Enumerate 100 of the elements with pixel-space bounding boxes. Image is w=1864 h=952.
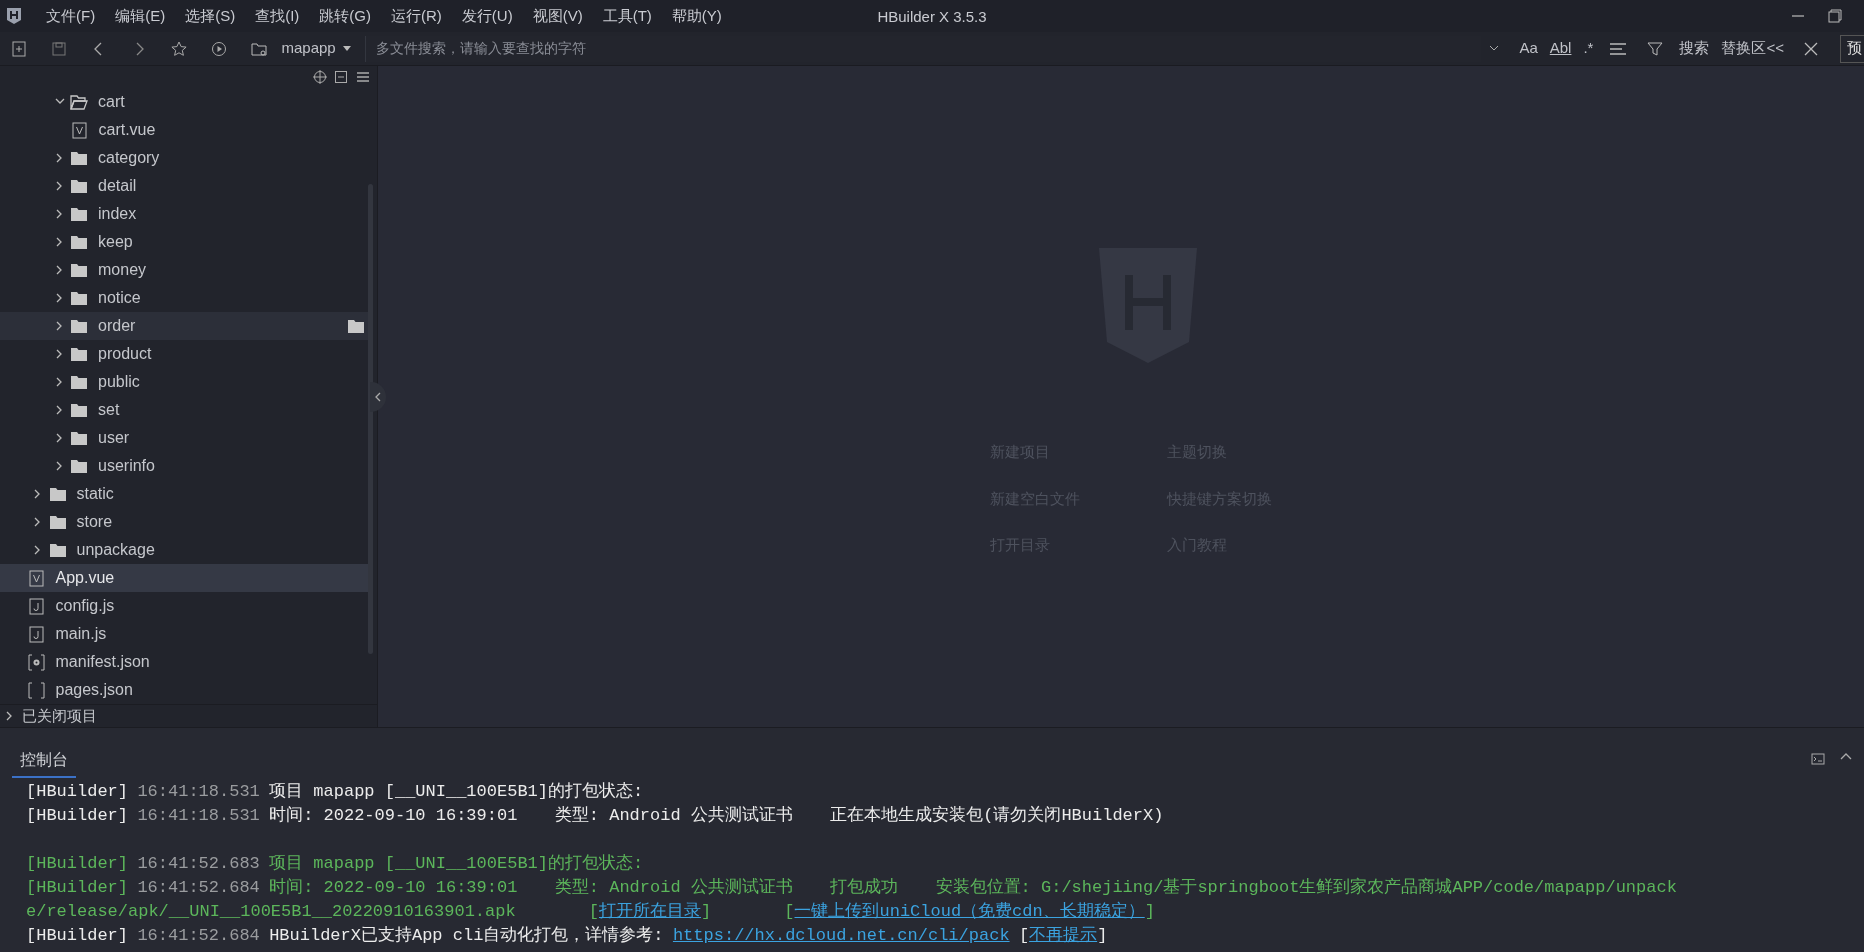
folder-icon (70, 262, 88, 278)
log-bracket: ] (701, 902, 712, 921)
folder-icon (70, 94, 88, 110)
folder-icon (70, 206, 88, 222)
log-text: e/release/apk/__UNI__100E5B1__20220910163901.apk (26, 902, 516, 921)
menu-item[interactable]: 选择(S) (175, 4, 246, 28)
log-bracket: [ (1018, 926, 1030, 945)
chevron-right-icon[interactable] (55, 237, 64, 247)
chevron-right-icon[interactable] (55, 181, 64, 191)
chevron-right-icon[interactable] (55, 405, 64, 415)
tree-item[interactable]: cart (0, 88, 369, 116)
chevron-right-icon[interactable] (55, 265, 64, 275)
tree-item[interactable]: main.js (0, 620, 369, 648)
match-case-toggle[interactable]: Aa (1513, 37, 1544, 60)
tree-item[interactable]: App.vue (0, 564, 369, 592)
chevron-right-icon[interactable] (34, 545, 42, 555)
caret-icon (343, 45, 352, 52)
tree-item[interactable]: static (0, 480, 369, 508)
folder-icon[interactable] (347, 318, 365, 334)
tree-item[interactable]: pages.json (0, 676, 369, 704)
folder-icon (70, 318, 88, 334)
chevron-down-icon[interactable] (1489, 44, 1500, 53)
menu-item[interactable]: 查找(I) (245, 4, 310, 28)
chevron-right-icon[interactable] (6, 711, 14, 721)
log-link[interactable]: https://hx.dcloud.net.cn/cli/pack (672, 926, 1010, 945)
preview-button[interactable]: 预 (1840, 34, 1864, 63)
tree-item[interactable]: cart.vue (0, 116, 369, 144)
replace-toggle[interactable]: 替换区<< (1715, 37, 1790, 60)
tree-item[interactable]: set (0, 396, 369, 424)
chevron-right-icon[interactable] (34, 489, 42, 499)
tree-item[interactable]: order (0, 312, 369, 340)
folder-icon (70, 458, 88, 474)
filter-icon[interactable] (1647, 40, 1664, 57)
log-bracket: ] (1097, 926, 1108, 945)
log-link[interactable]: 打开所在目录 (599, 902, 701, 921)
menu-item[interactable]: 文件(F) (36, 4, 106, 28)
menu-item[interactable]: 跳转(G) (309, 4, 381, 28)
terminal-icon[interactable] (1811, 751, 1825, 766)
restore-icon[interactable] (1827, 9, 1842, 23)
tree-item[interactable]: category (0, 144, 369, 172)
folder-icon (48, 514, 67, 530)
chevron-right-icon[interactable] (55, 153, 64, 163)
log-source: [HBuilder] (26, 878, 129, 897)
folder-icon (48, 542, 67, 558)
chevron-right-icon[interactable] (55, 293, 64, 303)
project-selector[interactable]: mapapp (275, 37, 358, 60)
json-file-icon (28, 681, 45, 699)
chevron-up-icon[interactable] (1840, 751, 1852, 760)
log-time: 16:41:18.531 (137, 782, 260, 801)
collapse-all-icon[interactable] (334, 70, 348, 84)
tree-item[interactable]: money (0, 256, 369, 284)
save-icon[interactable] (49, 39, 68, 58)
chevron-right-icon[interactable] (55, 349, 64, 359)
align-icon[interactable] (1609, 40, 1628, 57)
tree-item[interactable]: public (0, 368, 369, 396)
log-time: 16:41:52.683 (137, 854, 260, 873)
search-input[interactable]: 多文件搜索，请输入要查找的字符 (374, 37, 1482, 60)
script-file-icon (28, 625, 45, 643)
tree-item[interactable]: index (0, 200, 369, 228)
tree-item[interactable]: store (0, 508, 369, 536)
tree-item[interactable]: product (0, 340, 369, 368)
menu-item[interactable]: 运行(R) (381, 4, 452, 28)
tree-item[interactable]: keep (0, 228, 369, 256)
chevron-down-icon[interactable] (54, 98, 65, 106)
tree-item[interactable]: config.js (0, 592, 369, 620)
log-link[interactable]: 一键上传到uniCloud（免费cdn、长期稳定） (794, 902, 1145, 921)
locate-icon[interactable] (312, 70, 327, 84)
scrollbar-thumb[interactable] (368, 184, 373, 654)
menu-item[interactable]: 发行(U) (451, 4, 523, 28)
menu-item[interactable]: 编辑(E) (105, 4, 176, 28)
chevron-right-icon[interactable] (55, 461, 64, 471)
log-source: [HBuilder] (26, 854, 129, 873)
log-link[interactable]: 不再提示 (1029, 926, 1098, 945)
tree-item[interactable]: unpackage (0, 536, 369, 564)
tree-item[interactable]: notice (0, 284, 369, 312)
chevron-right-icon[interactable] (55, 433, 64, 443)
search-button[interactable]: 搜索 (1673, 37, 1716, 60)
menu-item[interactable]: 帮助(Y) (661, 4, 732, 28)
menu-icon[interactable] (355, 70, 370, 84)
run-icon[interactable] (209, 39, 228, 58)
window-title: HBuilder X 3.5.3 (877, 8, 987, 25)
tree-item[interactable]: detail (0, 172, 369, 200)
tree-item[interactable]: user (0, 424, 369, 452)
new-file-icon[interactable] (9, 39, 28, 58)
chevron-right-icon[interactable] (34, 517, 42, 527)
console-tab[interactable]: 控制台 (12, 748, 76, 778)
chevron-right-icon[interactable] (55, 321, 64, 331)
menu-item[interactable]: 工具(T) (592, 4, 662, 28)
chevron-right-icon[interactable] (55, 377, 64, 387)
chevron-right-icon[interactable] (55, 209, 64, 219)
close-icon[interactable] (1804, 41, 1818, 56)
tree-item[interactable]: manifest.json (0, 648, 369, 676)
script-file-icon (28, 597, 45, 615)
folder-icon (70, 150, 88, 166)
menu-item[interactable]: 视图(V) (522, 4, 593, 28)
tree-item[interactable]: userinfo (0, 452, 369, 480)
regex-toggle[interactable]: .* (1577, 37, 1600, 60)
whole-word-toggle[interactable]: Abl (1543, 37, 1578, 60)
folder-icon (70, 402, 88, 418)
star-icon[interactable] (169, 39, 188, 58)
